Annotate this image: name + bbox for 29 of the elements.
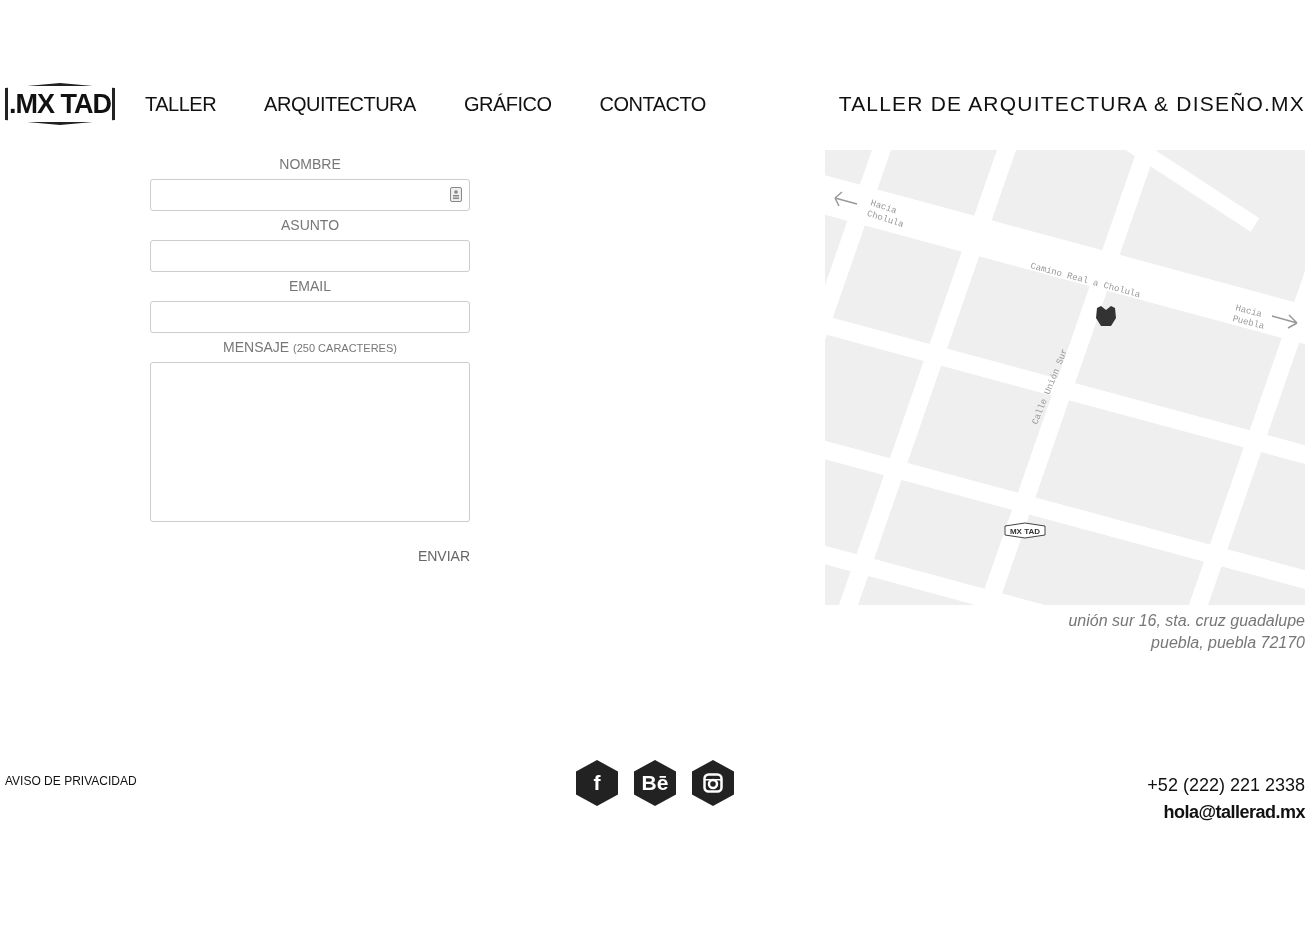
email-link[interactable]: hola@tallerad.mx [905,799,1305,826]
street-label: Camino Real a Cholula [1029,261,1142,301]
logo-marker: MX TAD [1004,522,1046,539]
field-label: NOMBRE [278,155,342,174]
arrow-icon [834,191,858,207]
nav-link[interactable]: TALLER [145,89,217,119]
contact-card-icon[interactable] [450,187,462,202]
input-field[interactable] [150,301,470,333]
site-tagline: TALLER DE ARQUITECTURA & DISEÑO.MX [838,91,1305,118]
privacy-link[interactable]: AVISO DE PRIVACIDAD [5,760,405,790]
field-label: ASUNTO [279,216,341,235]
input-field[interactable] [150,240,470,272]
phone-number: +52 (222) 221 2338 [1146,774,1305,797]
address-line: unión sur 16, sta. cruz guadalupe [1067,611,1305,631]
street-label: Hacia Puebla [1231,303,1266,332]
nav-link[interactable]: GRÁFICO [463,89,552,119]
field-label: EMAIL [288,277,332,296]
input-field[interactable] [150,179,470,211]
nav-link[interactable]: CONTACTO [599,89,706,119]
logo[interactable]: .MX TAD [5,83,115,125]
arrow-icon [1271,314,1298,329]
facebook-button[interactable]: f [576,760,618,806]
behance-button[interactable]: Bē [634,760,676,806]
address-line: puebla, puebla 72170 [1149,633,1305,653]
field-label: MENSAJE (250 CARACTERES) [222,338,398,357]
nav-link[interactable]: ARQUITECTURA [264,89,416,119]
send-button[interactable]: ENVIAR [417,546,470,567]
street-label: Calle Unión Sur [1030,347,1071,427]
message-field[interactable] [150,362,470,522]
